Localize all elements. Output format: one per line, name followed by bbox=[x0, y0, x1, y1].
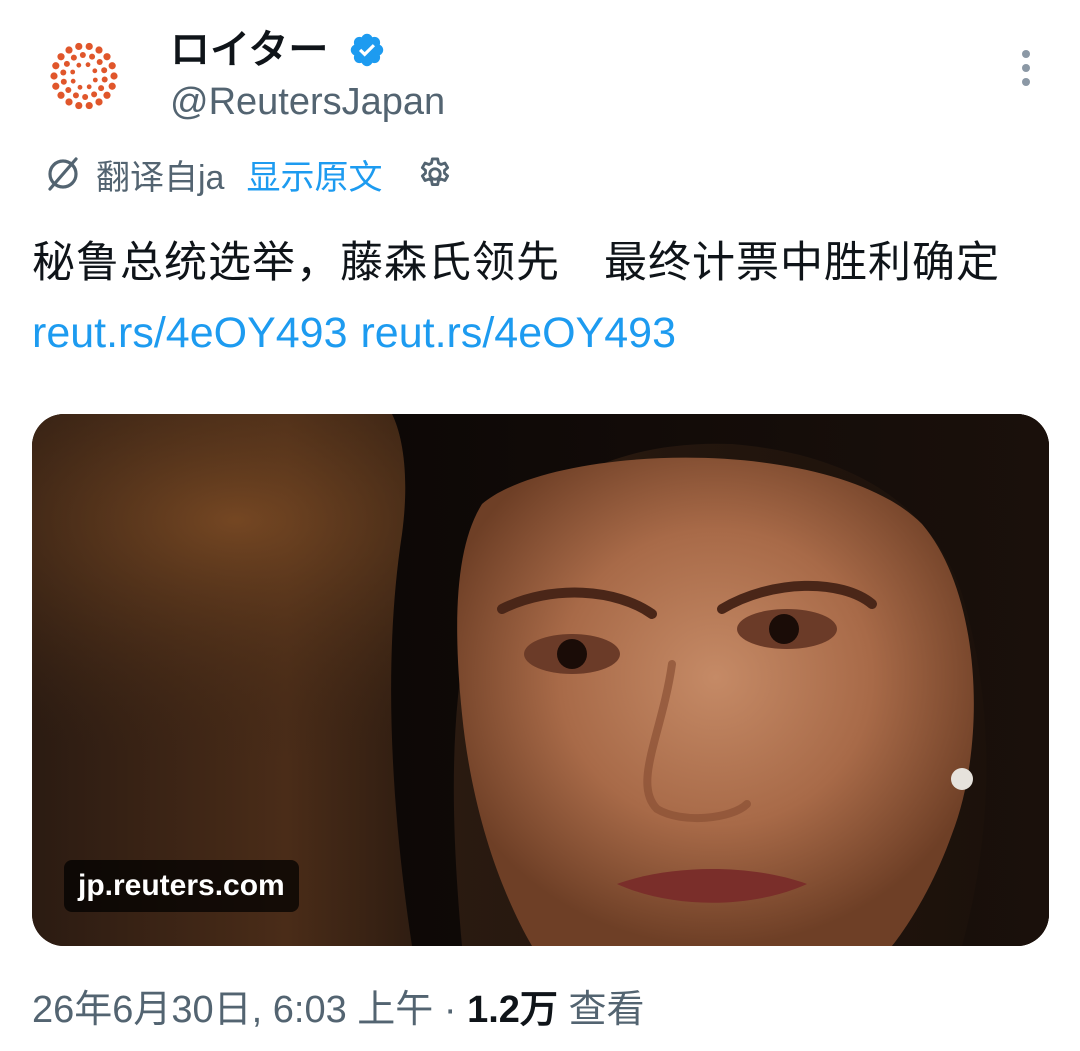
reuters-logo-icon bbox=[50, 42, 118, 110]
more-options-icon[interactable] bbox=[1010, 46, 1042, 90]
avatar[interactable] bbox=[40, 32, 128, 120]
logo-dot bbox=[85, 42, 93, 51]
timestamp[interactable]: 26年6月30日, 6:03 上午 bbox=[32, 989, 433, 1031]
logo-dot bbox=[52, 82, 60, 90]
logo-dot bbox=[79, 52, 86, 59]
logo-dot bbox=[85, 62, 91, 68]
logo-dot bbox=[65, 46, 73, 54]
link-preview-card[interactable]: jp.reuters.com bbox=[32, 414, 1049, 946]
logo-dot bbox=[108, 82, 116, 90]
tweet-text: 秘鲁总统选举，藤森氏领先 最终计票中胜利确定 reut.rs/4eOY493 r… bbox=[32, 228, 1052, 368]
logo-dot bbox=[95, 98, 103, 106]
logo-dot bbox=[72, 92, 79, 99]
logo-dot bbox=[52, 62, 60, 70]
logo-dot bbox=[77, 84, 83, 90]
logo-dot bbox=[101, 76, 108, 83]
logo-dot bbox=[95, 46, 103, 54]
translated-from-label: 翻译自ja bbox=[96, 158, 225, 197]
tweet-link[interactable]: reut.rs/4eOY493 bbox=[360, 309, 676, 357]
logo-dot bbox=[98, 85, 105, 92]
logo-dot bbox=[91, 91, 98, 98]
logo-dot bbox=[75, 42, 83, 51]
logo-dot bbox=[92, 68, 98, 74]
logo-dot bbox=[75, 101, 83, 110]
show-original-link[interactable]: 显示原文 bbox=[246, 150, 382, 199]
logo-dot bbox=[70, 54, 77, 61]
logo-dot bbox=[101, 67, 108, 74]
views-count[interactable]: 1.2万 bbox=[467, 989, 558, 1031]
logo-dot bbox=[76, 62, 82, 68]
logo-dot bbox=[103, 91, 111, 99]
views-label: 查看 bbox=[557, 989, 645, 1031]
logo-dot bbox=[70, 78, 76, 84]
account-handle[interactable]: @ReutersJapan bbox=[170, 76, 445, 128]
logo-dot bbox=[103, 53, 111, 61]
logo-dot bbox=[89, 53, 96, 60]
logo-dot bbox=[96, 59, 103, 66]
logo-dot bbox=[57, 53, 65, 61]
logo-dot bbox=[86, 84, 92, 90]
logo-dot bbox=[50, 72, 58, 80]
logo-dot bbox=[65, 86, 72, 93]
logo-dot bbox=[82, 93, 89, 100]
logo-dot bbox=[60, 78, 67, 85]
display-name[interactable]: ロイター bbox=[170, 22, 328, 78]
verified-badge-icon[interactable] bbox=[348, 31, 386, 69]
link-domain-badge: jp.reuters.com bbox=[64, 860, 299, 912]
tweet-link[interactable]: reut.rs/4eOY493 bbox=[32, 309, 348, 357]
translation-row: 翻译自ja 显示原文 bbox=[44, 148, 454, 200]
tweet-body: 秘鲁总统选举，藤森氏领先 最终计票中胜利确定 bbox=[32, 239, 1000, 287]
logo-dot bbox=[60, 69, 67, 76]
tweet-meta: 26年6月30日, 6:03 上午 · 1.2万 查看 bbox=[32, 982, 644, 1038]
tweet-detail: ロイター @ReutersJapan 翻译自ja 显示原文 秘鲁总统选举，藤森氏… bbox=[0, 0, 1080, 1051]
logo-dot bbox=[65, 98, 73, 106]
logo-dot bbox=[63, 60, 70, 67]
logo-dot bbox=[110, 72, 118, 80]
meta-separator: · bbox=[433, 989, 468, 1031]
gear-icon[interactable] bbox=[416, 155, 454, 193]
logo-dot bbox=[57, 91, 65, 99]
logo-dot bbox=[108, 62, 116, 70]
logo-dot bbox=[85, 101, 93, 110]
logo-dot bbox=[70, 69, 76, 75]
logo-dot bbox=[92, 77, 98, 83]
translate-icon bbox=[48, 157, 78, 191]
